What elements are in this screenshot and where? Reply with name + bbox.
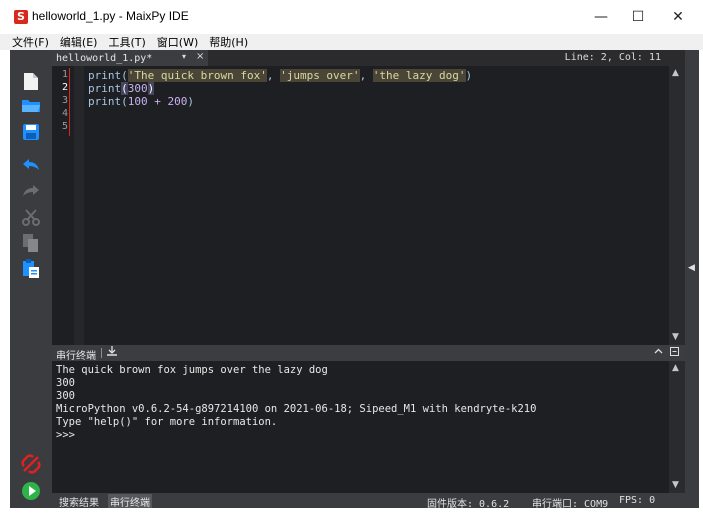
left-toolbar [10, 50, 52, 508]
fps-readout: FPS: 0 [619, 495, 656, 506]
close-terminal-icon[interactable] [670, 347, 679, 359]
tab-close-icon[interactable]: × [196, 51, 204, 62]
editor-tab-bar: helloworld_1.py* ▾ × Line: 2, Col: 11 [52, 50, 685, 66]
code-line-2: print(300) [88, 82, 155, 95]
terminal-line: The quick brown fox jumps over the lazy … [56, 364, 328, 376]
scroll-up-icon[interactable]: ▲ [672, 68, 679, 78]
maximize-button[interactable]: ☐ [617, 0, 659, 34]
save-log-icon[interactable] [107, 346, 117, 360]
menu-edit[interactable]: 编辑(E) [60, 34, 98, 50]
cut-icon[interactable] [20, 206, 42, 228]
menu-help[interactable]: 帮助(H) [209, 34, 248, 50]
tab-dropdown-icon[interactable]: ▾ [182, 52, 186, 61]
tab-helloworld[interactable]: helloworld_1.py* ▾ × [52, 50, 208, 66]
minimize-button[interactable]: — [580, 0, 622, 34]
serial-terminal[interactable]: The quick brown fox jumps over the lazy … [52, 361, 669, 493]
scroll-down-icon[interactable]: ▼ [672, 480, 679, 490]
run-icon[interactable] [20, 480, 42, 502]
tab-label: helloworld_1.py* [56, 52, 153, 64]
code-line-1: print('The quick brown fox', 'jumps over… [88, 69, 473, 82]
paste-icon[interactable] [20, 258, 42, 280]
fold-column [74, 66, 84, 345]
app-logo-icon: S [14, 10, 28, 24]
copy-icon[interactable] [20, 232, 42, 254]
editor-scrollbar[interactable]: ▲ ▼ [669, 66, 685, 345]
line-number: 1 [61, 69, 68, 80]
undo-icon[interactable] [20, 154, 42, 176]
code-editor[interactable]: 1 2 3 4 5 print('The quick brown fox', '… [52, 66, 685, 345]
line-number: 5 [61, 121, 68, 132]
status-bar: 搜索结果 串行终端 固件版本: 0.6.2 串行端口: COM9 FPS: 0 [52, 493, 685, 510]
collapse-terminal-icon[interactable] [654, 347, 663, 359]
terminal-prompt: >>> [56, 429, 75, 441]
new-file-icon[interactable] [20, 70, 42, 92]
cursor-position: Line: 2, Col: 11 [564, 52, 661, 63]
divider [101, 348, 102, 358]
code-line-3: print(100 + 200) [88, 95, 194, 108]
line-number: 3 [61, 95, 68, 106]
terminal-line: MicroPython v0.6.2-54-g897214100 on 2021… [56, 403, 537, 415]
tab-search-results[interactable]: 搜索结果 [57, 494, 101, 509]
terminal-scrollbar[interactable]: ▲ ▼ [669, 361, 685, 493]
line-gutter: 1 2 3 4 5 [52, 66, 70, 345]
close-button[interactable]: ✕ [657, 0, 699, 34]
open-folder-icon[interactable] [20, 95, 42, 117]
menu-tools[interactable]: 工具(T) [108, 34, 145, 50]
terminal-title: 串行终端 [56, 351, 96, 362]
title-bar: S helloworld_1.py - MaixPy IDE — ☐ ✕ [0, 0, 703, 34]
line-number: 2 [61, 82, 68, 93]
menu-bar: 文件(F) 编辑(E) 工具(T) 窗口(W) 帮助(H) [0, 34, 703, 50]
disconnect-icon[interactable] [20, 453, 42, 475]
window-bottom-edge [0, 508, 703, 514]
line-number: 4 [61, 108, 68, 119]
scroll-up-icon[interactable]: ▲ [672, 363, 679, 373]
tab-serial-terminal[interactable]: 串行终端 [108, 494, 152, 509]
terminal-line: 300 [56, 377, 75, 389]
terminal-line: Type "help()" for more information. [56, 416, 278, 428]
menu-file[interactable]: 文件(F) [12, 34, 49, 50]
redo-icon[interactable] [20, 180, 42, 202]
save-icon[interactable] [20, 121, 42, 143]
expand-panel-icon[interactable]: ◀ [688, 263, 695, 273]
terminal-line: 300 [56, 390, 75, 402]
right-panel-strip: ◀ [685, 50, 699, 508]
modified-marker [69, 68, 70, 136]
menu-window[interactable]: 窗口(W) [157, 34, 198, 50]
terminal-header: 串行终端 [52, 345, 685, 362]
scroll-down-icon[interactable]: ▼ [672, 332, 679, 342]
window-title: helloworld_1.py - MaixPy IDE [32, 9, 189, 23]
